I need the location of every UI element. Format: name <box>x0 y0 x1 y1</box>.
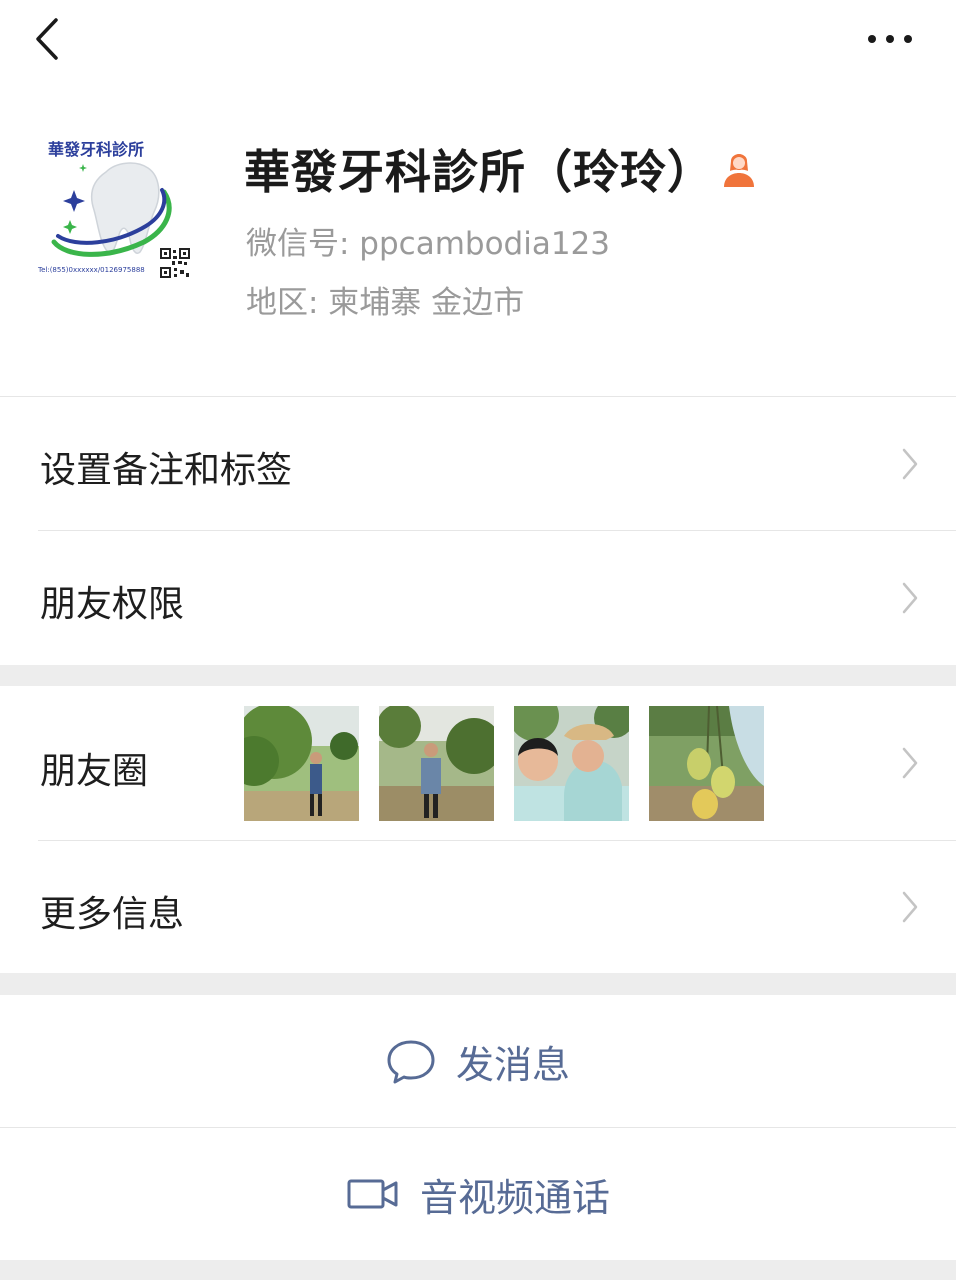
moments-label: 朋友圈 <box>40 751 149 792</box>
friend-permissions-label: 朋友权限 <box>40 584 185 625</box>
moment-photo[interactable] <box>379 706 494 821</box>
chat-bubble-icon <box>387 1040 435 1084</box>
female-user-icon <box>724 154 754 187</box>
moment-photo[interactable] <box>244 706 359 821</box>
chevron-right-icon <box>902 582 918 614</box>
profile-card: 華發牙科診所 Tel:(855)0xxxxxx/0126975888 華發牙科診… <box>0 80 956 396</box>
name-row: 華發牙科診所（玲玲） <box>244 134 758 204</box>
video-camera-icon <box>347 1179 398 1209</box>
avatar-phone-text: Tel:(855)0xxxxxx/0126975888 <box>38 266 145 274</box>
more-horizontal-icon <box>868 35 912 43</box>
top-bar <box>0 0 956 80</box>
more-info-label: 更多信息 <box>40 894 185 935</box>
back-button[interactable] <box>30 14 70 64</box>
more-button[interactable] <box>866 22 916 56</box>
send-message-label: 发消息 <box>455 1042 570 1087</box>
chevron-left-icon <box>36 18 58 60</box>
video-call-label: 音视频通话 <box>419 1175 610 1220</box>
moment-photo[interactable] <box>514 706 629 821</box>
video-call-button[interactable]: 音视频通话 <box>0 1128 956 1260</box>
send-message-button[interactable]: 发消息 <box>0 995 956 1127</box>
chevron-right-icon <box>902 747 918 779</box>
friend-permissions-row[interactable]: 朋友权限 <box>0 531 956 665</box>
remark-tags-label: 设置备注和标签 <box>40 450 293 491</box>
moments-thumbnails[interactable] <box>244 706 764 821</box>
remark-tags-row[interactable]: 设置备注和标签 <box>0 397 956 531</box>
chevron-right-icon <box>902 448 918 480</box>
region: 地区: 柬埔寨 金边市 <box>246 285 525 321</box>
moment-photo[interactable] <box>649 706 764 821</box>
contact-name: 華發牙科診所（玲玲） <box>244 145 714 199</box>
qr-code-icon <box>160 248 190 278</box>
avatar[interactable]: 華發牙科診所 Tel:(855)0xxxxxx/0126975888 <box>36 132 194 282</box>
more-info-row[interactable]: 更多信息 <box>0 841 956 973</box>
wechat-id: 微信号: ppcambodia123 <box>246 226 610 262</box>
moments-row[interactable]: 朋友圈 <box>0 686 956 841</box>
chevron-right-icon <box>902 891 918 923</box>
